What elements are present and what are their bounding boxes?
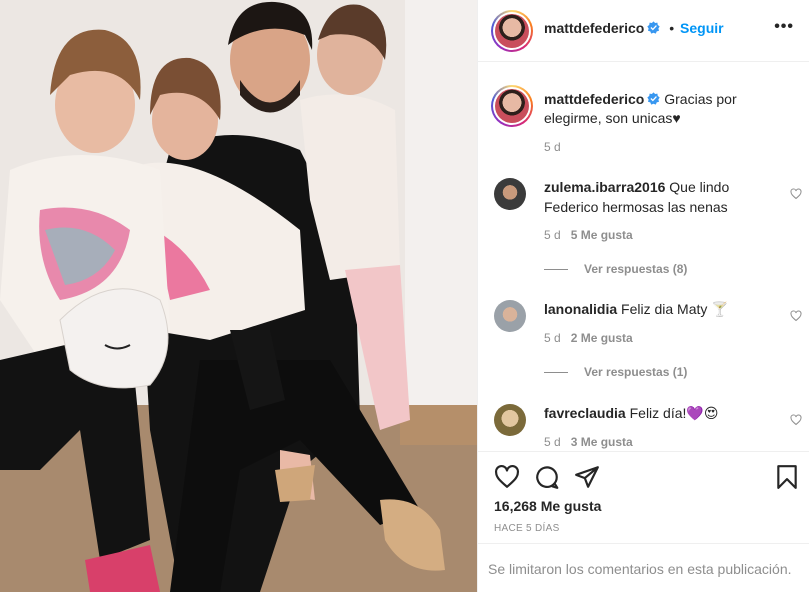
post-header: mattdefederico • Seguir ••• (478, 0, 809, 62)
separator-dot: • (669, 20, 675, 36)
commenter-avatar[interactable] (494, 300, 526, 332)
commenter-username[interactable]: favreclaudia (544, 405, 626, 421)
comments-limited-notice: Se limitaron los comentarios en esta pub… (478, 543, 809, 592)
author-avatar[interactable] (491, 10, 533, 52)
comments-list[interactable]: mattdefederico Gracias por elegirme, son… (478, 63, 809, 451)
caption-username[interactable]: mattdefederico (544, 91, 644, 107)
commenter-avatar[interactable] (494, 404, 526, 436)
view-replies-label: Ver respuestas (8) (584, 262, 688, 276)
likes-count[interactable]: 16,268 Me gusta (494, 498, 601, 514)
caption-time[interactable]: 5 d (544, 140, 561, 154)
replies-line (544, 372, 568, 374)
comment-time[interactable]: 5 d (544, 228, 561, 242)
comment-likes[interactable]: 2 Me gusta (571, 331, 633, 345)
like-heart-icon[interactable] (494, 464, 520, 490)
commenter-username[interactable]: zulema.ibarra2016 (544, 179, 665, 195)
view-replies-button[interactable]: Ver respuestas (1) (544, 365, 687, 379)
comment-text: Feliz dia Maty 🍸 (621, 301, 729, 317)
post-date[interactable]: HACE 5 DÍAS (494, 523, 560, 534)
comment-bubble-icon[interactable] (534, 464, 560, 490)
comment-time[interactable]: 5 d (544, 435, 561, 449)
replies-line (544, 269, 568, 271)
family-photo-illustration (0, 0, 477, 592)
view-replies-button[interactable]: Ver respuestas (8) (544, 262, 687, 276)
caption-avatar[interactable] (491, 85, 533, 127)
commenter-username[interactable]: lanonalidia (544, 301, 617, 317)
post-side-panel: mattdefederico • Seguir ••• mattdefederi… (477, 0, 809, 592)
follow-button[interactable]: Seguir (680, 20, 724, 36)
post-photo[interactable] (0, 0, 477, 592)
post-actions: 16,268 Me gusta HACE 5 DÍAS (478, 451, 809, 543)
like-comment-heart-icon[interactable] (790, 310, 802, 322)
comment-time[interactable]: 5 d (544, 331, 561, 345)
like-comment-heart-icon[interactable] (790, 188, 802, 200)
author-username[interactable]: mattdefederico (544, 20, 644, 36)
verified-badge-icon (647, 92, 661, 105)
comment-likes[interactable]: 3 Me gusta (571, 435, 633, 449)
comment-text: Feliz día!💜😍 (629, 405, 719, 421)
share-direct-icon[interactable] (574, 464, 600, 490)
commenter-avatar[interactable] (494, 178, 526, 210)
save-bookmark-icon[interactable] (774, 464, 800, 490)
comment-likes[interactable]: 5 Me gusta (571, 228, 633, 242)
more-options-icon[interactable]: ••• (774, 18, 794, 36)
verified-badge-icon (647, 21, 661, 34)
view-replies-label: Ver respuestas (1) (584, 365, 688, 379)
like-comment-heart-icon[interactable] (790, 414, 802, 426)
